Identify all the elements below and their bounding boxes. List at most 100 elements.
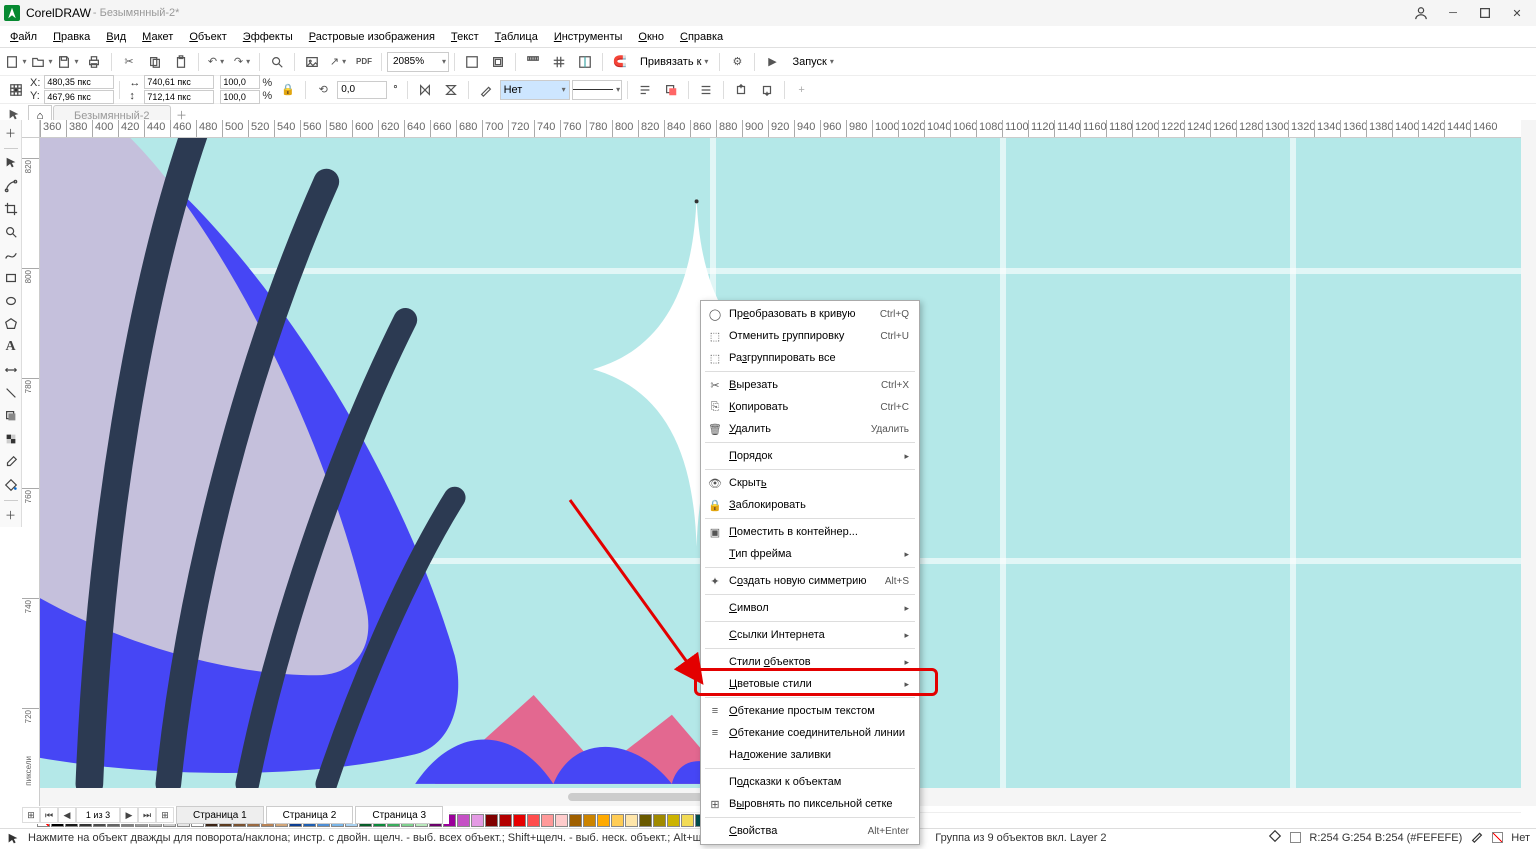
- outline-swatch[interactable]: [1492, 832, 1503, 843]
- swatch[interactable]: [597, 814, 610, 827]
- sy-input[interactable]: [220, 90, 260, 104]
- window-user-icon[interactable]: [1406, 2, 1436, 24]
- launch-dropdown[interactable]: Запуск: [786, 51, 839, 73]
- menu-layout[interactable]: Макет: [134, 29, 181, 45]
- menu-text[interactable]: Текст: [443, 29, 487, 45]
- front-of-layer[interactable]: [659, 79, 683, 101]
- menu-tools[interactable]: Инструменты: [546, 29, 631, 45]
- menu-help[interactable]: Справка: [672, 29, 731, 45]
- tool-polygon[interactable]: [1, 313, 21, 335]
- tool-dimension[interactable]: [1, 359, 21, 381]
- swatch[interactable]: [583, 814, 596, 827]
- menu-file[interactable]: Файл: [2, 29, 45, 45]
- snap-to-dropdown[interactable]: Привязать к: [634, 51, 714, 73]
- tool-add-bottom[interactable]: ＋: [1, 504, 21, 526]
- ctx-item[interactable]: Порядок▸: [701, 445, 919, 467]
- new-button[interactable]: [4, 51, 28, 73]
- page-tab-2[interactable]: Страница 2: [266, 806, 354, 824]
- page-add-before[interactable]: ⊞: [22, 807, 40, 823]
- to-back[interactable]: [755, 79, 779, 101]
- copy-button[interactable]: [143, 51, 167, 73]
- menu-table[interactable]: Таблица: [487, 29, 546, 45]
- tool-connector[interactable]: [1, 382, 21, 404]
- page-add-after[interactable]: ⊞: [156, 807, 174, 823]
- page-prev[interactable]: ◀: [58, 807, 76, 823]
- ctx-item[interactable]: ▣Поместить в контейнер...: [701, 521, 919, 543]
- swatch[interactable]: [541, 814, 554, 827]
- ctx-item[interactable]: Ссылки Интернета▸: [701, 624, 919, 646]
- mirror-v[interactable]: [439, 79, 463, 101]
- outline-width-combo[interactable]: Нет ▾: [500, 80, 570, 100]
- save-button[interactable]: [56, 51, 80, 73]
- sx-input[interactable]: [220, 75, 260, 89]
- mirror-h[interactable]: [413, 79, 437, 101]
- undo-button[interactable]: ↶: [204, 51, 228, 73]
- tool-crop[interactable]: [1, 198, 21, 220]
- swatch[interactable]: [653, 814, 666, 827]
- grid-button[interactable]: [547, 51, 571, 73]
- fill-swatch[interactable]: [1290, 832, 1301, 843]
- print-button[interactable]: [82, 51, 106, 73]
- ctx-item[interactable]: 🗑УдалитьУдалить: [701, 418, 919, 440]
- preview-button[interactable]: [486, 51, 510, 73]
- swatch[interactable]: [681, 814, 694, 827]
- menu-object[interactable]: Объект: [181, 29, 234, 45]
- swatch[interactable]: [485, 814, 498, 827]
- pdf-button[interactable]: PDF: [352, 51, 376, 73]
- swatch[interactable]: [555, 814, 568, 827]
- tool-rectangle[interactable]: [1, 267, 21, 289]
- redo-button[interactable]: ↷: [230, 51, 254, 73]
- ctx-item[interactable]: ≡Обтекание соединительной линии: [701, 722, 919, 744]
- object-origin[interactable]: [4, 79, 28, 101]
- page-last[interactable]: ⏭: [138, 807, 156, 823]
- tool-freehand[interactable]: [1, 244, 21, 266]
- menu-window[interactable]: Окно: [630, 29, 672, 45]
- h-input[interactable]: [144, 90, 214, 104]
- window-close[interactable]: ✕: [1502, 2, 1532, 24]
- tool-shape[interactable]: [1, 175, 21, 197]
- ctx-item[interactable]: Стили объектов▸: [701, 651, 919, 673]
- tool-ellipse[interactable]: [1, 290, 21, 312]
- swatch[interactable]: [471, 814, 484, 827]
- ctx-item[interactable]: 🔒Заблокировать: [701, 494, 919, 516]
- menu-effects[interactable]: Эффекты: [235, 29, 301, 45]
- ctx-item[interactable]: ⬚Отменить группировкуCtrl+U: [701, 325, 919, 347]
- tool-fill[interactable]: [1, 474, 21, 496]
- search-button[interactable]: [265, 51, 289, 73]
- ruler-corner[interactable]: [22, 120, 40, 138]
- ctx-item[interactable]: Наложение заливки: [701, 744, 919, 766]
- ctx-item[interactable]: ◯Преобразовать в кривуюCtrl+Q: [701, 303, 919, 325]
- tool-text[interactable]: A: [1, 336, 21, 358]
- w-input[interactable]: [144, 75, 214, 89]
- window-maximize[interactable]: [1470, 2, 1500, 24]
- swatch[interactable]: [499, 814, 512, 827]
- ctx-item[interactable]: Подсказки к объектам: [701, 771, 919, 793]
- wrap-text-button[interactable]: [633, 79, 657, 101]
- swatch[interactable]: [639, 814, 652, 827]
- menu-view[interactable]: Вид: [98, 29, 134, 45]
- export-button[interactable]: ↗: [326, 51, 350, 73]
- menu-edit[interactable]: Правка: [45, 29, 98, 45]
- convert-curve-button[interactable]: +: [790, 79, 814, 101]
- paste-button[interactable]: [169, 51, 193, 73]
- lock-ratio[interactable]: 🔒: [276, 79, 300, 101]
- swatch[interactable]: [513, 814, 526, 827]
- swatch[interactable]: [527, 814, 540, 827]
- window-minimize[interactable]: ─: [1438, 2, 1468, 24]
- tool-add[interactable]: ＋: [1, 122, 21, 144]
- tool-eyedropper[interactable]: [1, 451, 21, 473]
- ctx-item[interactable]: ✂ВырезатьCtrl+X: [701, 374, 919, 396]
- page-first[interactable]: ⏮: [40, 807, 58, 823]
- page-tab-1[interactable]: Страница 1: [176, 806, 264, 824]
- scroll-vertical[interactable]: [1521, 120, 1536, 806]
- zoom-combo[interactable]: ▾: [387, 52, 449, 72]
- ctx-item[interactable]: ⬚Разгруппировать все: [701, 347, 919, 369]
- guides-button[interactable]: [573, 51, 597, 73]
- page-next[interactable]: ▶: [120, 807, 138, 823]
- tool-pick[interactable]: [1, 152, 21, 174]
- snap-icon[interactable]: 🧲: [608, 51, 632, 73]
- ctx-item[interactable]: ⊞Выровнять по пиксельной сетке: [701, 793, 919, 815]
- swatch[interactable]: [457, 814, 470, 827]
- ctx-item[interactable]: 👁Скрыть: [701, 472, 919, 494]
- angle-input[interactable]: [337, 81, 387, 99]
